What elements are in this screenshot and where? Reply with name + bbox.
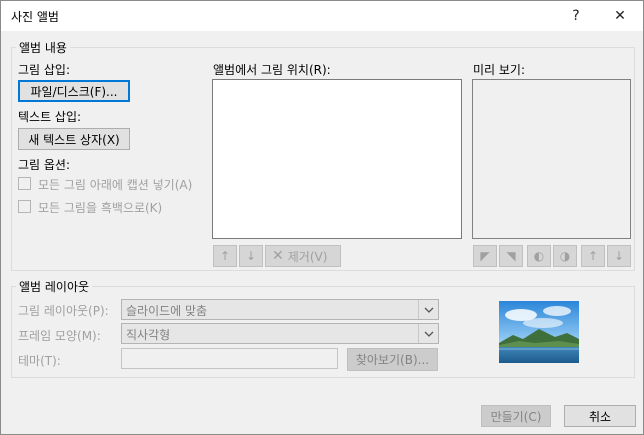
insert-text-label: 텍스트 삽입: <box>18 110 82 124</box>
rotate-right-button[interactable]: ◥ <box>499 245 523 267</box>
file-disk-button[interactable]: 파일/디스크(F)... <box>18 80 130 102</box>
cancel-button[interactable]: 취소 <box>564 405 636 427</box>
contrast-increase-button[interactable]: ◐ <box>527 245 551 267</box>
preview-label: 미리 보기: <box>473 63 526 77</box>
pictures-in-album-label: 앨범에서 그림 위치(R): <box>213 63 331 77</box>
frame-shape-select[interactable]: 직사각형 <box>121 323 439 344</box>
photo-album-dialog: 사진 앨범 ? ✕ 앨범 내용 그림 삽입: 파일/디스크(F)... 텍스트 … <box>0 0 644 435</box>
browse-button-label: 찾아보기(B)... <box>355 353 430 367</box>
rotate-left-icon: ◤ <box>480 249 490 263</box>
up-arrow-icon: ↑ <box>219 249 231 263</box>
caption-checkbox-label: 모든 그림 아래에 캡션 넣기(A) <box>38 178 193 192</box>
brightness-increase-icon: ↑ <box>587 249 599 263</box>
file-disk-button-label: 파일/디스크(F)... <box>30 84 118 99</box>
picture-layout-select[interactable]: 슬라이드에 맞춤 <box>121 299 439 320</box>
frame-shape-label: 프레임 모양(M): <box>18 329 101 343</box>
help-button[interactable]: ? <box>554 1 598 31</box>
picture-layout-value: 슬라이드에 맞춤 <box>126 304 208 318</box>
rotate-left-button[interactable]: ◤ <box>473 245 497 267</box>
browse-button[interactable]: 찾아보기(B)... <box>347 348 438 371</box>
rotate-right-icon: ◥ <box>506 249 516 263</box>
picture-options-label: 그림 옵션: <box>18 158 71 172</box>
new-textbox-button-label: 새 텍스트 상자(X) <box>28 132 120 147</box>
bw-checkbox-label: 모든 그림을 흑백으로(K) <box>38 201 163 215</box>
insert-picture-label: 그림 삽입: <box>18 63 71 77</box>
remove-button-label: 제거(V) <box>287 249 328 264</box>
theme-input[interactable] <box>121 348 338 369</box>
album-layout-group-label: 앨범 레이아웃 <box>16 278 93 295</box>
brightness-decrease-icon: ↓ <box>613 249 625 263</box>
album-content-group-label: 앨범 내용 <box>16 39 70 56</box>
bw-checkbox[interactable] <box>18 200 31 213</box>
create-button-label: 만들기(C) <box>490 409 542 424</box>
brightness-decrease-button[interactable]: ↓ <box>607 245 631 267</box>
close-button[interactable]: ✕ <box>598 1 642 31</box>
remove-button[interactable]: ✕ 제거(V) <box>265 245 341 267</box>
title-bar: 사진 앨범 ? ✕ <box>1 1 643 31</box>
move-up-button[interactable]: ↑ <box>213 245 237 267</box>
theme-label: 테마(T): <box>18 354 61 368</box>
contrast-increase-icon: ◐ <box>533 249 545 263</box>
preview-area <box>472 79 631 239</box>
picture-layout-label: 그림 레이아웃(P): <box>18 304 109 318</box>
x-remove-icon: ✕ <box>272 248 284 264</box>
frame-shape-value: 직사각형 <box>126 328 171 342</box>
layout-preview-image <box>499 301 579 363</box>
down-arrow-icon: ↓ <box>245 249 257 263</box>
brightness-increase-button[interactable]: ↑ <box>581 245 605 267</box>
dialog-title: 사진 앨범 <box>11 10 59 24</box>
caption-checkbox[interactable] <box>18 177 31 190</box>
move-down-button[interactable]: ↓ <box>239 245 263 267</box>
cancel-button-label: 취소 <box>588 409 612 424</box>
contrast-decrease-icon: ◑ <box>559 249 571 263</box>
chevron-down-icon <box>418 300 438 319</box>
contrast-decrease-button[interactable]: ◑ <box>553 245 577 267</box>
chevron-down-icon <box>418 324 438 343</box>
new-textbox-button[interactable]: 새 텍스트 상자(X) <box>18 128 130 150</box>
pictures-in-album-list[interactable] <box>212 79 462 239</box>
create-button[interactable]: 만들기(C) <box>481 405 551 427</box>
